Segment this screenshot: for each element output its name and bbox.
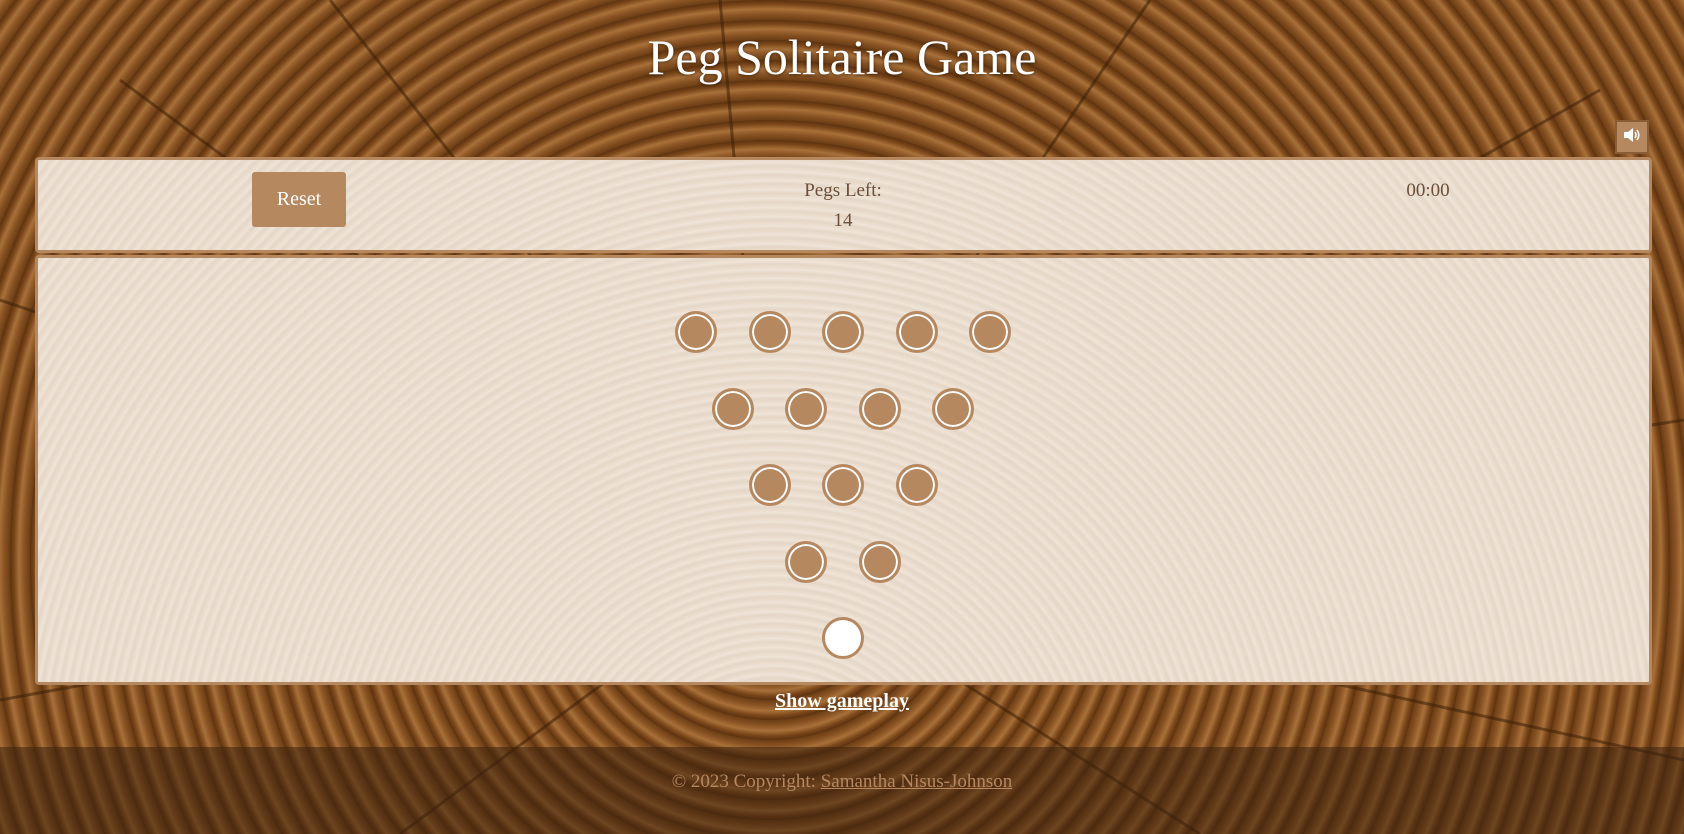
peg[interactable] [895, 464, 938, 506]
peg[interactable] [858, 387, 901, 430]
timer: 00:00 [1406, 180, 1450, 201]
peg[interactable] [785, 387, 828, 430]
peg[interactable] [675, 311, 717, 353]
peg[interactable] [969, 311, 1011, 353]
peg[interactable] [822, 464, 864, 506]
status-panel: Reset Pegs Left: 14 00:00 [35, 157, 1652, 253]
peg[interactable] [822, 311, 864, 353]
empty-hole[interactable] [822, 617, 864, 659]
peg[interactable] [748, 311, 791, 353]
peg[interactable] [858, 540, 901, 583]
pegs-left-label: Pegs Left: [804, 180, 882, 201]
peg[interactable] [895, 311, 938, 353]
game-board [35, 255, 1652, 685]
page-title: Peg Solitaire Game [647, 29, 1037, 85]
pegs-left-counter: Pegs Left: 14 [768, 176, 918, 236]
peg[interactable] [932, 387, 975, 430]
peg[interactable] [748, 464, 791, 506]
footer: © 2023 Copyright: Samantha Nisus-Johnson [0, 747, 1684, 834]
peg[interactable] [785, 540, 828, 583]
speaker-icon [1623, 127, 1641, 148]
pegs-left-value: 14 [833, 210, 853, 231]
peg[interactable] [711, 387, 754, 430]
show-gameplay-link[interactable]: Show gameplay [0, 690, 1684, 713]
copyright-text: © 2023 Copyright: [671, 771, 816, 792]
sound-toggle-button[interactable] [1615, 120, 1649, 154]
author-link[interactable]: Samantha Nisus-Johnson [821, 771, 1013, 792]
reset-button[interactable]: Reset [252, 172, 346, 227]
